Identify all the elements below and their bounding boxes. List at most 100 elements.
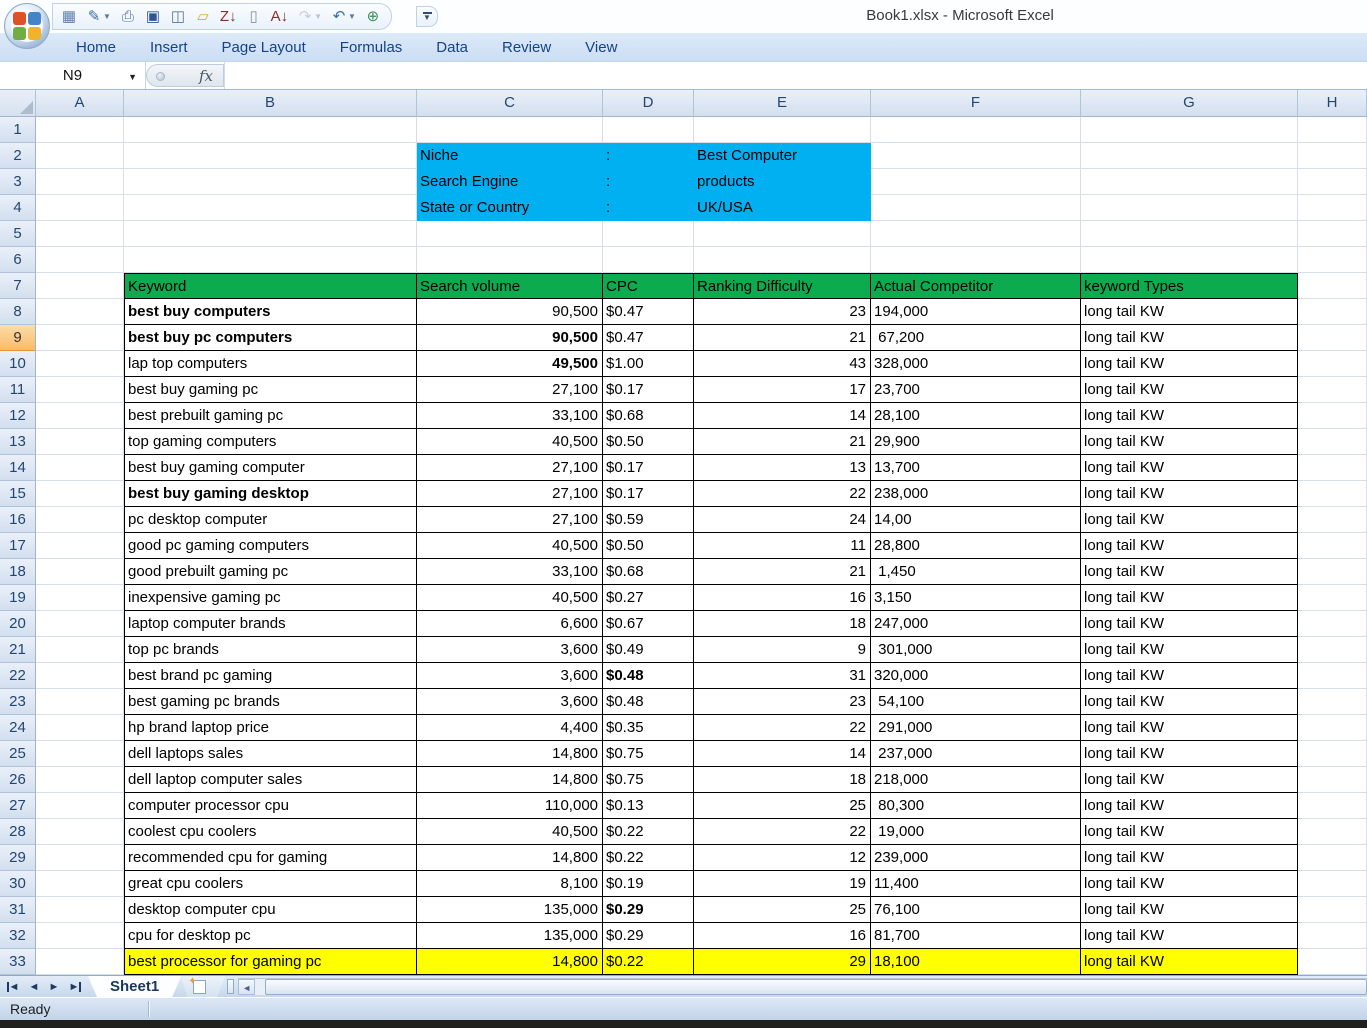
cell-A21[interactable] <box>36 637 124 663</box>
row-header-16[interactable]: 16 <box>0 507 36 533</box>
cell-D24[interactable]: $0.35 <box>603 715 694 741</box>
cell-E9[interactable]: 21 <box>694 325 871 351</box>
cell-E23[interactable]: 23 <box>694 689 871 715</box>
cell-H6[interactable] <box>1298 247 1367 273</box>
cell-C26[interactable]: 14,800 <box>417 767 603 793</box>
redo-button[interactable]: ↷▼ <box>297 7 322 27</box>
first-sheet-button[interactable]: ◄ <box>6 979 22 995</box>
cell-A23[interactable] <box>36 689 124 715</box>
sort-ascending-button[interactable]: A↓ <box>271 7 289 27</box>
cell-A8[interactable] <box>36 299 124 325</box>
cell-G2[interactable] <box>1081 143 1298 169</box>
cell-B22[interactable]: best brand pc gaming <box>124 663 417 689</box>
row-header-19[interactable]: 19 <box>0 585 36 611</box>
cell-E25[interactable]: 14 <box>694 741 871 767</box>
cell-D29[interactable]: $0.22 <box>603 845 694 871</box>
cell-C18[interactable]: 33,100 <box>417 559 603 585</box>
cell-C30[interactable]: 8,100 <box>417 871 603 897</box>
cell-B26[interactable]: dell laptop computer sales <box>124 767 417 793</box>
cell-C22[interactable]: 3,600 <box>417 663 603 689</box>
cell-G17[interactable]: long tail KW <box>1081 533 1298 559</box>
cell-H8[interactable] <box>1298 299 1367 325</box>
cell-H1[interactable] <box>1298 117 1367 143</box>
cell-D27[interactable]: $0.13 <box>603 793 694 819</box>
column-header-A[interactable]: A <box>36 90 124 117</box>
hyperlink-button[interactable]: ⊕ <box>365 7 381 27</box>
cell-G5[interactable] <box>1081 221 1298 247</box>
cell-H21[interactable] <box>1298 637 1367 663</box>
column-header-C[interactable]: C <box>417 90 603 117</box>
cell-B17[interactable]: good pc gaming computers <box>124 533 417 559</box>
cell-A22[interactable] <box>36 663 124 689</box>
cell-B18[interactable]: good prebuilt gaming pc <box>124 559 417 585</box>
cell-G14[interactable]: long tail KW <box>1081 455 1298 481</box>
cell-D25[interactable]: $0.75 <box>603 741 694 767</box>
cell-G15[interactable]: long tail KW <box>1081 481 1298 507</box>
row-header-26[interactable]: 26 <box>0 767 36 793</box>
cell-F20[interactable]: 247,000 <box>871 611 1081 637</box>
cell-E33[interactable]: 29 <box>694 949 871 975</box>
cell-H26[interactable] <box>1298 767 1367 793</box>
cell-C21[interactable]: 3,600 <box>417 637 603 663</box>
cell-F19[interactable]: 3,150 <box>871 585 1081 611</box>
cell-F31[interactable]: 76,100 <box>871 897 1081 923</box>
cell-B31[interactable]: desktop computer cpu <box>124 897 417 923</box>
cell-E27[interactable]: 25 <box>694 793 871 819</box>
cell-F1[interactable] <box>871 117 1081 143</box>
cell-A19[interactable] <box>36 585 124 611</box>
cell-A10[interactable] <box>36 351 124 377</box>
cell-F22[interactable]: 320,000 <box>871 663 1081 689</box>
cell-C6[interactable] <box>417 247 603 273</box>
cell-E16[interactable]: 24 <box>694 507 871 533</box>
cell-H4[interactable] <box>1298 195 1367 221</box>
cell-F10[interactable]: 328,000 <box>871 351 1081 377</box>
cell-D21[interactable]: $0.49 <box>603 637 694 663</box>
row-header-2[interactable]: 2 <box>0 143 36 169</box>
cell-E17[interactable]: 11 <box>694 533 871 559</box>
cell-B13[interactable]: top gaming computers <box>124 429 417 455</box>
row-header-8[interactable]: 8 <box>0 299 36 325</box>
insert-worksheet-button[interactable]: ✦ <box>181 976 225 997</box>
cell-C4[interactable]: State or Country <box>417 195 603 221</box>
cell-D17[interactable]: $0.50 <box>603 533 694 559</box>
cell-G4[interactable] <box>1081 195 1298 221</box>
cell-B1[interactable] <box>124 117 417 143</box>
cell-H3[interactable] <box>1298 169 1367 195</box>
cell-H31[interactable] <box>1298 897 1367 923</box>
cell-D31[interactable]: $0.29 <box>603 897 694 923</box>
cell-G13[interactable]: long tail KW <box>1081 429 1298 455</box>
cell-F21[interactable]: 301,000 <box>871 637 1081 663</box>
new-document-button[interactable]: ▯ <box>246 7 262 27</box>
cell-E30[interactable]: 19 <box>694 871 871 897</box>
cell-H5[interactable] <box>1298 221 1367 247</box>
cell-E13[interactable]: 21 <box>694 429 871 455</box>
cell-F14[interactable]: 13,700 <box>871 455 1081 481</box>
cell-G21[interactable]: long tail KW <box>1081 637 1298 663</box>
cell-C14[interactable]: 27,100 <box>417 455 603 481</box>
cell-E5[interactable] <box>694 221 871 247</box>
cell-D16[interactable]: $0.59 <box>603 507 694 533</box>
cell-H2[interactable] <box>1298 143 1367 169</box>
cell-E22[interactable]: 31 <box>694 663 871 689</box>
customize-qat-button[interactable]: ▼ <box>416 6 438 27</box>
cell-F28[interactable]: 19,000 <box>871 819 1081 845</box>
cell-B15[interactable]: best buy gaming desktop <box>124 481 417 507</box>
cell-H10[interactable] <box>1298 351 1367 377</box>
cell-C9[interactable]: 90,500 <box>417 325 603 351</box>
cell-H25[interactable] <box>1298 741 1367 767</box>
cell-C29[interactable]: 14,800 <box>417 845 603 871</box>
cell-G26[interactable]: long tail KW <box>1081 767 1298 793</box>
cell-G30[interactable]: long tail KW <box>1081 871 1298 897</box>
cell-F23[interactable]: 54,100 <box>871 689 1081 715</box>
undo-button[interactable]: ↶▼ <box>331 7 356 27</box>
cell-H30[interactable] <box>1298 871 1367 897</box>
tab-data[interactable]: Data <box>422 36 482 59</box>
cell-H16[interactable] <box>1298 507 1367 533</box>
cell-B14[interactable]: best buy gaming computer <box>124 455 417 481</box>
cell-F13[interactable]: 29,900 <box>871 429 1081 455</box>
cell-A2[interactable] <box>36 143 124 169</box>
cell-E29[interactable]: 12 <box>694 845 871 871</box>
cell-G28[interactable]: long tail KW <box>1081 819 1298 845</box>
row-header-12[interactable]: 12 <box>0 403 36 429</box>
row-header-7[interactable]: 7 <box>0 273 36 299</box>
